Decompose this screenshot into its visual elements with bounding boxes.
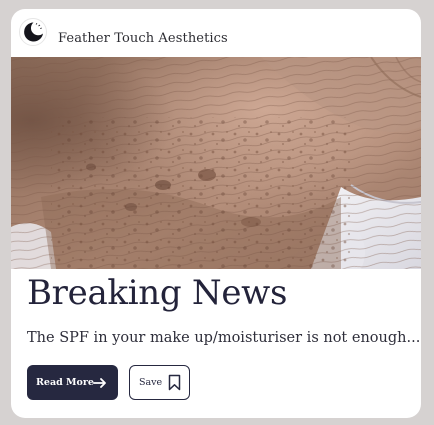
skin-photo xyxy=(11,57,421,269)
read-more-label: Read More xyxy=(36,377,94,388)
read-more-button[interactable]: Read More xyxy=(27,365,118,400)
article-title[interactable]: Breaking News xyxy=(27,273,287,313)
article-excerpt: The SPF in your make up/moisturiser is n… xyxy=(27,330,421,346)
save-label: Save xyxy=(139,377,163,388)
brand-name[interactable]: Feather Touch Aesthetics xyxy=(58,31,228,46)
card-header: Feather Touch Aesthetics xyxy=(11,9,421,57)
article-card: Feather Touch Aesthetics Breaking News T… xyxy=(11,9,421,418)
bookmark-icon xyxy=(168,374,181,391)
arrow-right-icon xyxy=(93,375,107,389)
crescent-moon-icon xyxy=(19,18,47,46)
save-button[interactable]: Save xyxy=(129,365,190,400)
article-image[interactable] xyxy=(11,57,421,269)
